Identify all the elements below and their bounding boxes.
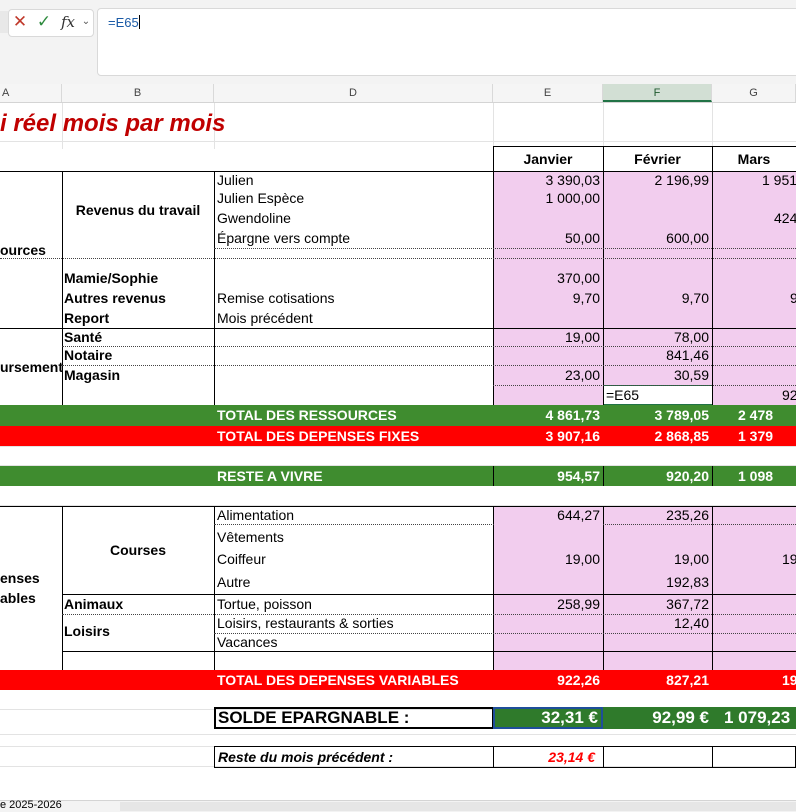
reste-a-vivre-label: RESTE A VIVRE	[217, 468, 323, 484]
cell-epargne-janvier[interactable]: 50,00	[493, 229, 603, 248]
cell-remise-fevrier[interactable]: 9,70	[603, 289, 712, 308]
total-variables-label: TOTAL DES DEPENSES VARIABLES	[217, 672, 459, 688]
formula-bar: ✕ ✓ fx ⌄ =E65	[0, 0, 796, 84]
formula-text: =E65	[108, 15, 139, 30]
month-header-mars: Mars	[737, 151, 771, 167]
total-variables-janvier[interactable]: 922,26	[493, 670, 603, 690]
cell-magasin-fevrier[interactable]: 30,59	[603, 366, 712, 385]
total-fixes-janvier[interactable]: 3 907,16	[493, 426, 603, 446]
cell-epargne-fevrier[interactable]: 600,00	[603, 229, 712, 248]
column-header-b[interactable]: B	[62, 84, 214, 102]
cell-julien-mars[interactable]: 1 951	[712, 171, 796, 190]
total-ressources-fevrier[interactable]: 3 789,05	[603, 405, 712, 426]
label-autre: Autre	[217, 574, 251, 590]
solde-janvier[interactable]: 32,31 €	[493, 707, 603, 729]
cell-sante-fevrier[interactable]: 78,00	[603, 328, 712, 347]
cell-julien-janvier[interactable]: 3 390,03	[493, 171, 603, 190]
sheet-tab-bar: e 2025-2026	[0, 799, 796, 812]
label-gwendoline: Gwendoline	[217, 210, 291, 226]
column-header-d[interactable]: D	[214, 84, 493, 102]
horizontal-scrollbar[interactable]	[120, 802, 796, 811]
sheet-tab[interactable]: e 2025-2026	[0, 799, 62, 811]
label-mamie-sophie: Mamie/Sophie	[64, 270, 159, 286]
label-report: Report	[64, 310, 110, 326]
label-epargne-compte: Épargne vers compte	[217, 230, 351, 246]
formula-input[interactable]: =E65	[97, 8, 796, 76]
section-remboursement: ursement	[0, 359, 62, 375]
cell-alim-fevrier[interactable]: 235,26	[603, 506, 712, 525]
reste-a-vivre-mars[interactable]: 1 098	[712, 466, 796, 486]
label-julien-espece: Julien Espèce	[217, 190, 305, 206]
cell-coiffeur-mars[interactable]: 19	[712, 550, 796, 569]
label-courses: Courses	[109, 542, 167, 558]
total-fixes-label: TOTAL DES DEPENSES FIXES	[217, 428, 420, 444]
cell-julien-fevrier[interactable]: 2 196,99	[603, 171, 712, 190]
total-variables-fevrier[interactable]: 827,21	[603, 670, 712, 690]
month-header-fevrier: Février	[634, 151, 681, 167]
label-magasin: Magasin	[64, 367, 121, 383]
enter-icon[interactable]: ✓	[34, 11, 54, 33]
cancel-icon[interactable]: ✕	[10, 11, 30, 33]
total-ressources-label: TOTAL DES RESSOURCES	[217, 407, 397, 423]
label-alimentation: Alimentation	[217, 507, 295, 523]
cell-notaire-fevrier[interactable]: 841,46	[603, 346, 712, 365]
label-remise-cotisations: Remise cotisations	[217, 290, 335, 306]
label-coiffeur: Coiffeur	[217, 551, 266, 567]
total-variables-mars[interactable]: 19	[712, 670, 796, 690]
solde-mars[interactable]: 1 079,23	[712, 707, 796, 729]
column-header-a[interactable]: A	[0, 84, 62, 102]
cell-sante-janvier[interactable]: 19,00	[493, 328, 603, 347]
reste-prec-label: Reste du mois précédent :	[218, 749, 394, 765]
cell-espece-janvier[interactable]: 1 000,00	[493, 189, 603, 208]
section-ressources: ources	[0, 242, 46, 258]
cell-tortue-fevrier[interactable]: 367,72	[603, 595, 712, 614]
label-vacances: Vacances	[217, 634, 278, 650]
text-caret	[138, 15, 140, 29]
cell-resto-fevrier[interactable]: 12,40	[603, 614, 712, 633]
cell-remb-mars[interactable]: 92	[712, 386, 796, 405]
cell-coiffeur-janvier[interactable]: 19,00	[493, 550, 603, 569]
cell-coiffeur-fevrier[interactable]: 19,00	[603, 550, 712, 569]
reste-a-vivre-janvier[interactable]: 954,57	[493, 466, 603, 486]
total-fixes-fevrier[interactable]: 2 868,85	[603, 426, 712, 446]
cell-autre-fevrier[interactable]: 192,83	[603, 573, 712, 592]
label-notaire: Notaire	[64, 347, 113, 363]
cell-mamie-janvier[interactable]: 370,00	[493, 269, 603, 288]
reste-a-vivre-fevrier[interactable]: 920,20	[603, 466, 712, 486]
total-ressources-mars[interactable]: 2 478	[712, 405, 796, 426]
section-variables-line1: enses	[0, 570, 40, 586]
label-vetements: Vêtements	[217, 529, 284, 545]
solde-epargnable-label: SOLDE EPARGNABLE :	[218, 708, 410, 727]
total-ressources-janvier[interactable]: 4 861,73	[493, 405, 603, 426]
cell-alim-janvier[interactable]: 644,27	[493, 506, 603, 525]
cell-remise-janvier[interactable]: 9,70	[493, 289, 603, 308]
active-cell-formula: =E65	[606, 387, 640, 403]
reste-prec-janvier[interactable]: 23,14 €	[493, 746, 603, 768]
cell-magasin-janvier[interactable]: 23,00	[493, 366, 603, 385]
total-fixes-mars[interactable]: 1 379	[712, 426, 796, 446]
label-loisirs-restaurants: Loisirs, restaurants & sorties	[217, 615, 394, 631]
label-sante: Santé	[64, 329, 103, 345]
label-julien: Julien	[217, 172, 254, 188]
chevron-down-icon[interactable]: ⌄	[80, 11, 92, 33]
label-animaux: Animaux	[64, 596, 124, 612]
label-loisirs: Loisirs	[64, 623, 110, 639]
cell-tortue-janvier[interactable]: 258,99	[493, 595, 603, 614]
sheet-title: i réel mois par mois	[0, 110, 226, 137]
cell-remise-mars[interactable]: 9	[712, 289, 796, 308]
cell-gwen-mars[interactable]: 424	[712, 209, 796, 228]
column-headers: A B D E F G	[0, 84, 796, 103]
section-variables-line2: ables	[0, 590, 36, 606]
column-header-e[interactable]: E	[493, 84, 603, 102]
month-header-janvier: Janvier	[523, 151, 573, 167]
label-tortue-poisson: Tortue, poisson	[217, 596, 312, 612]
label-autres-revenus: Autres revenus	[64, 290, 166, 306]
solde-fevrier[interactable]: 92,99 €	[603, 707, 712, 729]
column-header-f[interactable]: F	[603, 84, 712, 102]
label-revenus-travail: Revenus du travail	[75, 202, 201, 218]
label-mois-precedent: Mois précédent	[217, 310, 313, 326]
column-header-g[interactable]: G	[712, 84, 796, 102]
insert-function-button[interactable]: fx	[56, 11, 80, 33]
